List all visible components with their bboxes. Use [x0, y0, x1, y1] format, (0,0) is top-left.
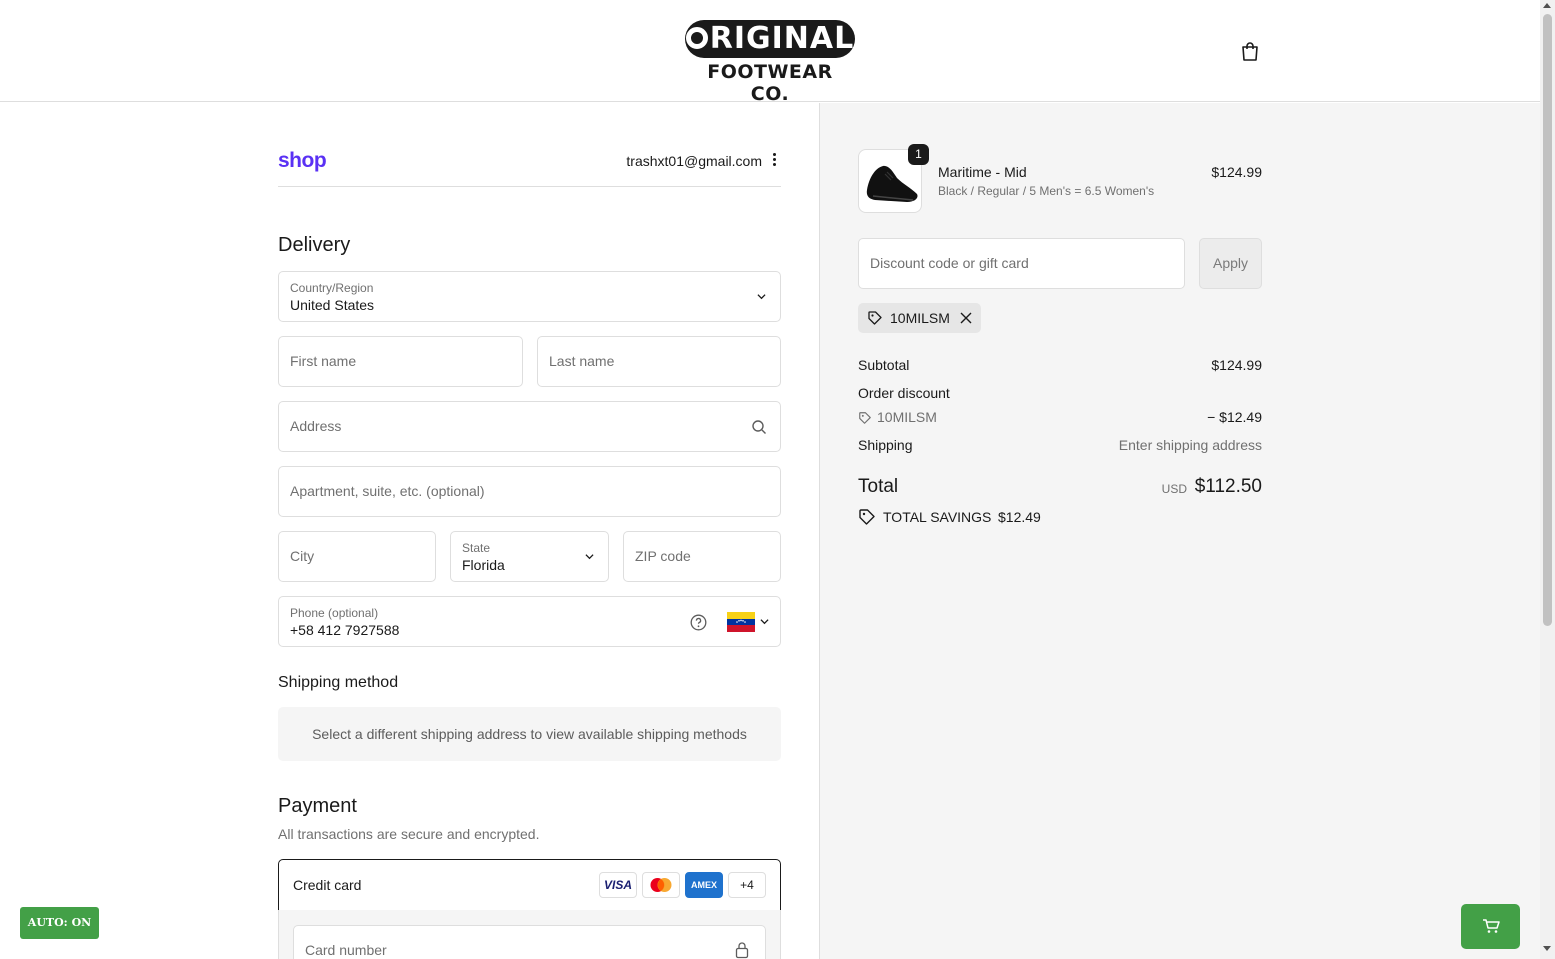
shipping-value: Enter shipping address: [1118, 437, 1262, 453]
chevron-down-icon: [757, 294, 766, 300]
card-number-placeholder: Card number: [305, 942, 387, 958]
state-label: State: [462, 541, 491, 555]
store-logo[interactable]: RIGINAL FOOTWEAR CO.: [685, 20, 855, 105]
site-header: RIGINAL FOOTWEAR CO.: [0, 0, 1540, 105]
phone-value: +58 412 7927588: [290, 622, 400, 638]
last-name-placeholder: Last name: [549, 353, 615, 369]
discount-code-field[interactable]: Discount code or gift card: [858, 238, 1185, 289]
product-name: Maritime - Mid: [938, 164, 1027, 180]
apply-button[interactable]: Apply: [1199, 238, 1262, 289]
country-code-selector[interactable]: [727, 612, 771, 634]
phone-label: Phone (optional): [290, 606, 379, 620]
order-discount-label: Order discount: [858, 385, 950, 401]
mastercard-icon: [642, 872, 680, 898]
more-brands-badge: +4: [728, 872, 766, 898]
floating-cart-button[interactable]: [1461, 904, 1520, 949]
country-label: Country/Region: [290, 281, 374, 295]
savings-value: $12.49: [998, 509, 1041, 525]
shop-pay-logo: shop: [278, 149, 327, 172]
shipping-method-note: Select a different shipping address to v…: [278, 707, 781, 761]
page-scrollbar[interactable]: [1540, 0, 1555, 959]
apartment-field[interactable]: Apartment, suite, etc. (optional): [278, 466, 781, 517]
state-value: Florida: [462, 557, 505, 573]
tag-icon: [868, 311, 882, 325]
discount-value: − $12.49: [1207, 409, 1262, 425]
first-name-placeholder: First name: [290, 353, 357, 369]
subtotal-value: $124.99: [1211, 357, 1262, 373]
shipping-method-heading: Shipping method: [278, 674, 399, 691]
venezuela-flag-icon: [727, 612, 755, 632]
state-select[interactable]: State Florida: [450, 531, 609, 582]
address-placeholder: Address: [290, 418, 342, 434]
visa-icon: VISA: [599, 872, 637, 898]
credit-card-label: Credit card: [293, 877, 362, 893]
credit-card-option[interactable]: Credit card VISA AMEX +4: [278, 859, 781, 911]
remove-code-icon[interactable]: [959, 311, 973, 325]
amex-icon: AMEX: [685, 872, 723, 898]
account-row: shop trashxt01@gmail.com: [278, 147, 781, 187]
product-price: $124.99: [1211, 164, 1262, 180]
order-summary-panel: [819, 103, 1540, 959]
scrollbar-thumb[interactable]: [1543, 14, 1552, 626]
discount-code-label: 10MILSM: [877, 409, 937, 425]
total-currency: USD: [1161, 482, 1187, 496]
more-options-icon[interactable]: [769, 151, 779, 169]
scroll-up-arrow-icon[interactable]: [1543, 3, 1551, 8]
city-field[interactable]: City: [278, 531, 436, 582]
shipping-row: Shipping Enter shipping address: [858, 437, 1262, 453]
chevron-down-icon: [760, 619, 769, 625]
discount-placeholder: Discount code or gift card: [870, 255, 1029, 271]
zip-placeholder: ZIP code: [635, 548, 691, 564]
savings-label: TOTAL SAVINGS: [883, 509, 992, 525]
shopping-bag-icon[interactable]: [1238, 40, 1262, 64]
subtotal-label: Subtotal: [858, 357, 910, 373]
country-value: United States: [290, 297, 375, 313]
help-icon[interactable]: [690, 614, 707, 631]
subtotal-row: Subtotal $124.99: [858, 357, 1262, 373]
payment-heading: Payment: [278, 795, 357, 817]
country-select[interactable]: Country/Region United States: [278, 271, 781, 322]
shipping-label: Shipping: [858, 437, 913, 453]
card-number-field[interactable]: Card number: [293, 925, 766, 959]
account-email: trashxt01@gmail.com: [626, 153, 762, 169]
logo-badge: RIGINAL: [685, 20, 855, 58]
checkout-page: RIGINAL FOOTWEAR CO. shop trashxt01@gmai…: [0, 0, 1540, 959]
savings-tag-icon: [859, 509, 875, 525]
total-label: Total: [858, 476, 899, 497]
payment-subtitle: All transactions are secure and encrypte…: [278, 826, 540, 842]
applied-discount-chip: 10MILSM: [858, 303, 981, 333]
card-brands: VISA AMEX +4: [599, 872, 766, 898]
zip-field[interactable]: ZIP code: [623, 531, 781, 582]
last-name-field[interactable]: Last name: [537, 336, 781, 387]
quantity-badge: 1: [908, 144, 929, 165]
search-icon: [752, 420, 766, 434]
logo-subtitle: FOOTWEAR CO.: [707, 61, 833, 105]
cart-icon: [1483, 919, 1500, 933]
city-placeholder: City: [290, 548, 315, 564]
lock-icon: [735, 942, 749, 959]
first-name-field[interactable]: First name: [278, 336, 523, 387]
total-value: $112.50: [1194, 476, 1262, 497]
scroll-down-arrow-icon[interactable]: [1543, 946, 1551, 951]
auto-toggle-button[interactable]: AUTO: ON: [20, 907, 99, 939]
tag-icon: [859, 412, 871, 424]
apartment-placeholder: Apartment, suite, etc. (optional): [290, 483, 485, 499]
order-discount-row: Order discount: [858, 385, 1262, 401]
chevron-down-icon: [585, 554, 594, 560]
phone-field[interactable]: Phone (optional) +58 412 7927588: [278, 596, 781, 647]
address-field[interactable]: Address: [278, 401, 781, 452]
applied-code: 10MILSM: [890, 310, 950, 326]
delivery-heading: Delivery: [278, 234, 351, 256]
product-variant: Black / Regular / 5 Men's = 6.5 Women's: [938, 184, 1155, 198]
